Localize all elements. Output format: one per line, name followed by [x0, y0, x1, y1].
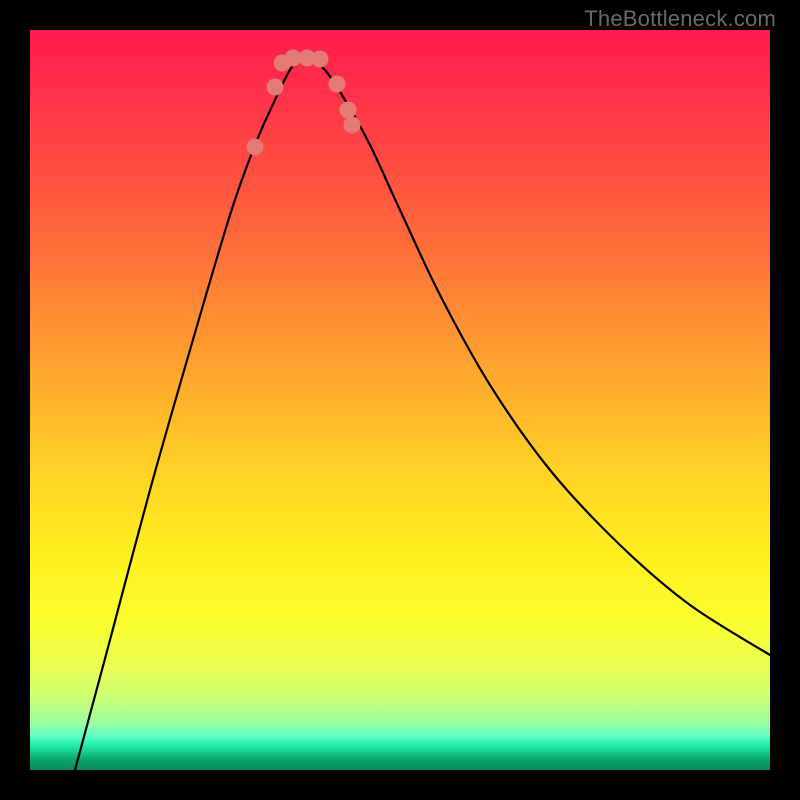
bottleneck-curve — [75, 59, 770, 770]
marker-point — [329, 76, 346, 93]
chart-frame — [30, 30, 770, 770]
marker-point — [267, 79, 284, 96]
marker-point — [247, 139, 264, 156]
source-label: TheBottleneck.com — [584, 6, 776, 32]
bottleneck-markers — [247, 50, 361, 156]
marker-point — [312, 51, 329, 68]
marker-point — [340, 102, 357, 119]
marker-point — [344, 117, 361, 134]
chart-plot — [30, 30, 770, 770]
